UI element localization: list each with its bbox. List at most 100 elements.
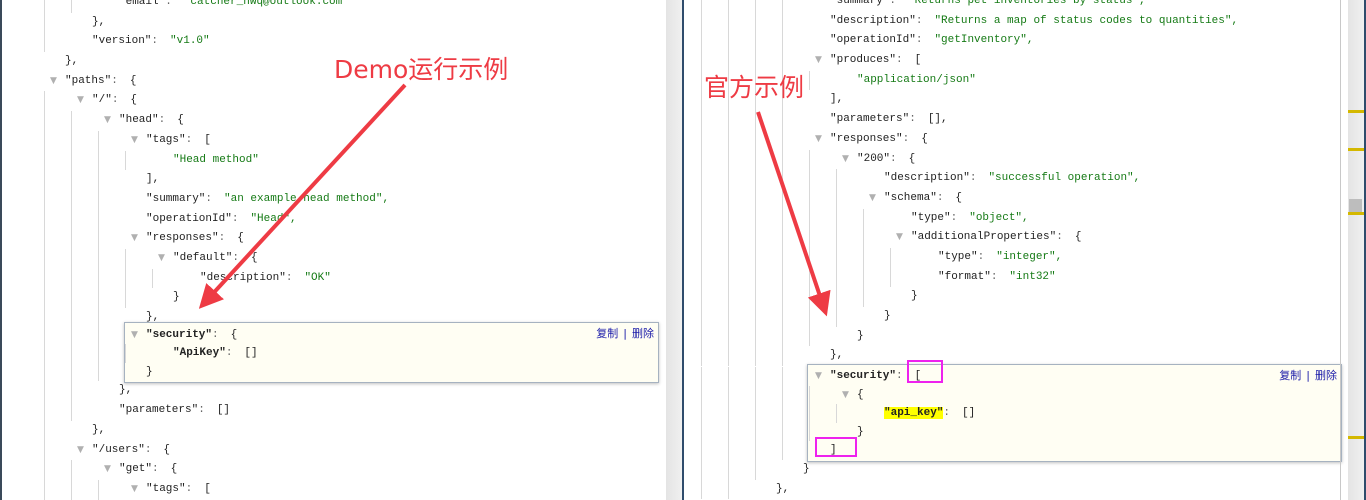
colon: : [990,270,998,283]
collapse-toggle-icon[interactable]: ▼ [842,150,849,170]
colon: : [232,251,240,264]
collapse-toggle-icon[interactable]: ▼ [131,229,138,249]
json-string-value: "Returns pet inventories by status", [908,0,1146,7]
security-node-box[interactable]: 复制 | 删除 ▼ "security":{"ApiKey":[]} [44,321,659,384]
indent-guides [684,0,809,12]
colon: : [205,192,213,205]
colon: : [1056,231,1063,244]
colon: : [144,443,152,456]
json-line: "description": "Returns a map of status c… [684,11,1348,32]
collapse-toggle-icon[interactable]: ▼ [869,189,876,209]
collapse-toggle-icon[interactable]: ▼ [815,367,822,386]
collapse-toggle-icon[interactable]: ▼ [131,131,138,151]
indent-guides [684,287,890,307]
colon: : [151,35,159,48]
json-line: ▼ "responses": { [2,229,666,249]
collapse-toggle-icon[interactable]: ▼ [104,460,111,480]
json-string-value: "catcher_hwq@outlook.com" [183,0,349,8]
json-key: "summary" [146,192,206,205]
colon: : [889,0,897,7]
right-scrollbar[interactable] [1348,0,1364,500]
json-line: ▼ "schema": { [684,188,1348,209]
indent-guides [684,247,917,268]
json-punctuation: }, [92,15,106,28]
json-punctuation: [ [204,482,211,495]
json-punctuation: { [921,132,928,145]
json-punctuation: }, [92,423,106,436]
json-line: "summary": "an example head method", [2,189,666,210]
json-line: ▼ "tags": [ [2,130,666,151]
collapse-toggle-icon[interactable]: ▼ [104,111,111,131]
json-line: "type": "integer", [684,247,1348,268]
indent-guides [684,11,809,32]
json-line: "ApiKey": [] [44,344,658,363]
json-line: ▼ "responses": { [684,129,1348,150]
json-key: "format" [938,270,991,283]
json-key: "default" [173,251,233,264]
collapse-toggle-icon[interactable]: ▼ [815,51,822,71]
left-scrollbar[interactable] [666,0,682,500]
json-punctuation: } [857,329,864,342]
colon: : [231,212,239,225]
json-punctuation: }, [776,482,790,495]
scroll-marker [1348,436,1364,439]
json-punctuation: { [251,251,258,264]
json-line: "parameters": [], [684,110,1348,130]
colon: : [185,133,193,146]
colon: : [165,0,172,8]
json-punctuation: [] [962,407,976,420]
colon: : [896,54,903,67]
demo-annotation-label: Demo运行示例 [334,55,509,84]
indent-guides [44,362,125,382]
json-punctuation: } [173,291,180,304]
collapse-toggle-icon[interactable]: ▼ [131,480,138,500]
collapse-toggle-icon[interactable]: ▼ [158,249,165,269]
json-key: "description" [884,172,970,185]
json-key: "version" [92,35,152,48]
highlight-close-bracket [815,437,857,457]
json-punctuation: { [177,114,184,127]
json-punctuation: [] [244,347,258,360]
collapse-toggle-icon[interactable]: ▼ [77,91,84,111]
json-string-value: "Head method" [173,153,259,166]
indent-guides [684,326,836,347]
collapse-toggle-icon[interactable]: ▼ [131,326,138,345]
indent-guides [684,110,809,130]
indent-guides [684,129,809,150]
json-key: "api_key" [884,407,944,420]
json-string-value: "successful operation", [988,172,1141,185]
json-punctuation: } [803,463,810,476]
indent-guides [684,149,836,170]
colon: : [285,271,293,284]
json-line: ▼{ [684,385,1341,405]
json-punctuation: { [129,74,137,87]
colon: : [152,463,159,476]
colon: : [158,114,166,127]
json-line: ] [684,441,1341,461]
collapse-toggle-icon[interactable]: ▼ [50,72,57,92]
official-annotation-label: 官方示例 [704,73,805,102]
collapse-toggle-icon[interactable]: ▼ [896,228,903,248]
collapse-toggle-icon[interactable]: ▼ [842,386,849,405]
json-line: ▼ "200": { [684,149,1348,170]
json-line: "Head method" [2,150,666,171]
indent-guides [684,385,836,405]
json-line: ▼ "head": { [2,111,666,131]
indent-guides [44,248,152,269]
indent-guides [44,209,125,230]
indent-guides [44,130,125,151]
json-line: } [684,422,1341,442]
json-line: ▼ "security":[ [684,367,1341,386]
json-key: "description" [830,14,916,27]
json-punctuation: { [163,443,171,456]
security-node-box[interactable]: 复制 | 删除 ▼ "security":[▼{"api_key":[]}] [684,364,1342,463]
json-key: "ApiKey" [173,347,226,360]
indent-guides [44,401,98,421]
collapse-toggle-icon[interactable]: ▼ [815,130,822,150]
collapse-toggle-icon[interactable]: ▼ [77,441,84,461]
json-line: ▼ "/": { [2,91,666,112]
json-line: } [684,307,1348,327]
indent-guides [684,479,755,500]
indent-guides [44,325,125,345]
indent-guides [684,367,809,386]
